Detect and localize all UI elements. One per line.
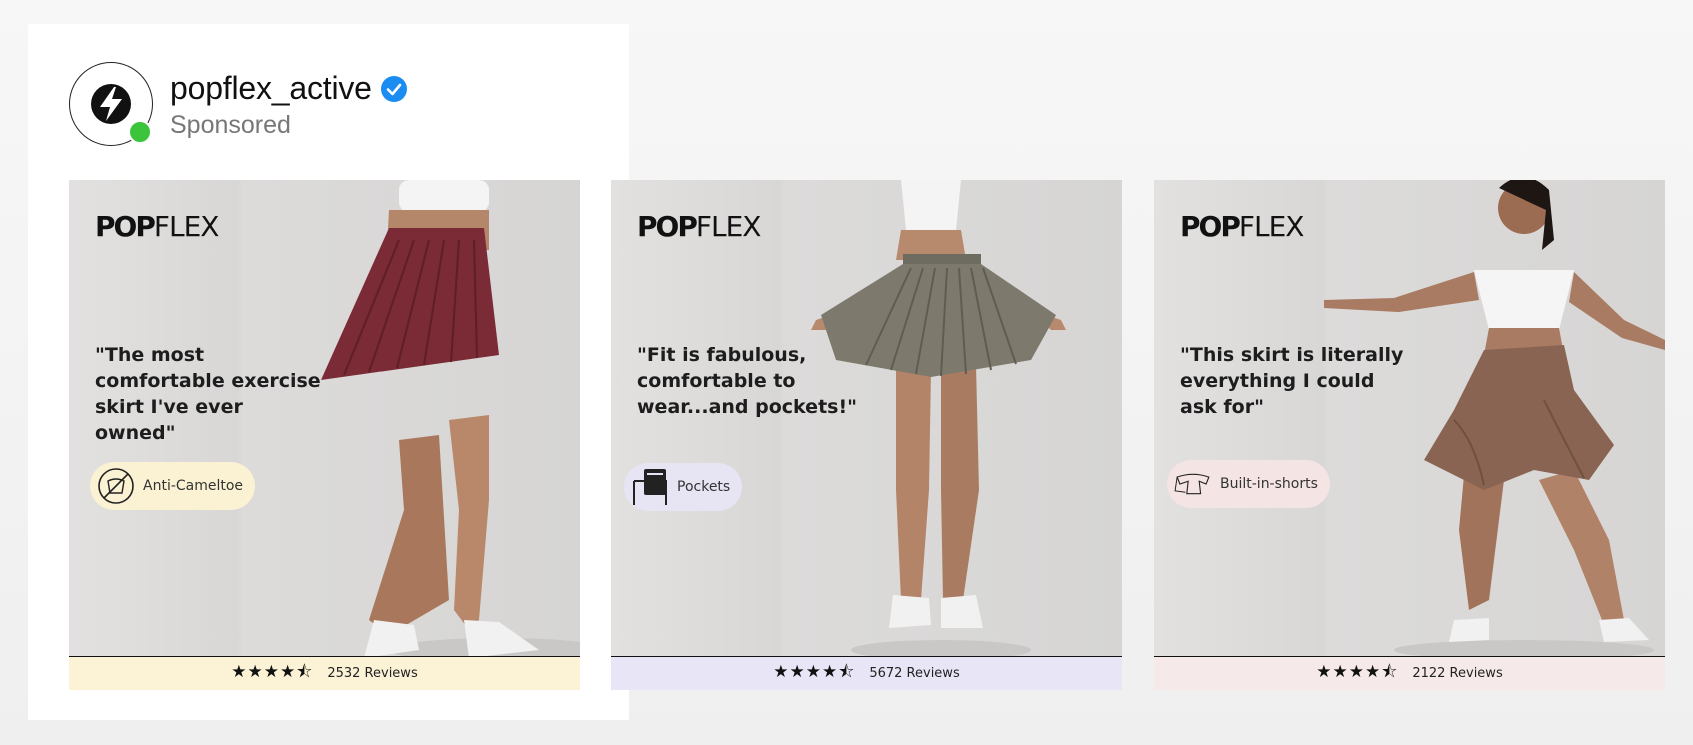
model-photo	[1324, 180, 1665, 660]
online-status-dot	[128, 120, 152, 144]
ad-card-1[interactable]: POP FLEX "The most comfortable exercise s…	[69, 180, 580, 690]
review-count: 2122 Reviews	[1412, 666, 1503, 681]
account-username[interactable]: popflex_active	[170, 70, 372, 107]
phone-pocket-icon	[630, 467, 670, 507]
verified-badge-icon	[381, 76, 407, 102]
review-count: 5672 Reviews	[869, 666, 960, 681]
feature-label: Pockets	[677, 479, 731, 495]
review-summary: ★★★★⯪ 2532 Reviews	[69, 656, 580, 690]
ad-card-2[interactable]: POP FLEX "Fit is fabulous, comfortable to…	[611, 180, 1122, 690]
model-photo	[811, 180, 1066, 660]
lightning-bolt-icon	[91, 84, 131, 124]
ad-card-3[interactable]: POP FLEX "This skirt is literally everyth…	[1154, 180, 1665, 690]
feature-label: Anti-Cameltoe	[143, 478, 244, 494]
star-rating: ★★★★⯪	[231, 662, 314, 682]
popflex-logo: POP FLEX	[1180, 210, 1304, 243]
star-rating: ★★★★⯪	[1316, 662, 1399, 682]
review-count: 2532 Reviews	[327, 666, 418, 681]
review-quote: "Fit is fabulous, comfortable to wear...…	[637, 344, 858, 418]
popflex-logo: POP FLEX	[95, 210, 219, 243]
review-quote: "This skirt is literally everything I co…	[1180, 344, 1404, 418]
feature-badge: Built-in-shorts	[1167, 460, 1330, 508]
shorts-icon	[1173, 464, 1213, 504]
feature-badge: Anti-Cameltoe	[90, 462, 256, 510]
feature-label: Built-in-shorts	[1220, 476, 1318, 492]
feature-badge: Pockets	[624, 463, 743, 511]
sponsored-label: Sponsored	[170, 111, 291, 139]
popflex-logo: POP FLEX	[637, 210, 761, 243]
review-summary: ★★★★⯪ 2122 Reviews	[1154, 656, 1665, 690]
anti-cameltoe-icon	[96, 466, 136, 506]
review-quote: "The most comfortable exercise skirt I'v…	[95, 344, 321, 444]
review-summary: ★★★★⯪ 5672 Reviews	[611, 656, 1122, 690]
star-rating: ★★★★⯪	[773, 662, 856, 682]
